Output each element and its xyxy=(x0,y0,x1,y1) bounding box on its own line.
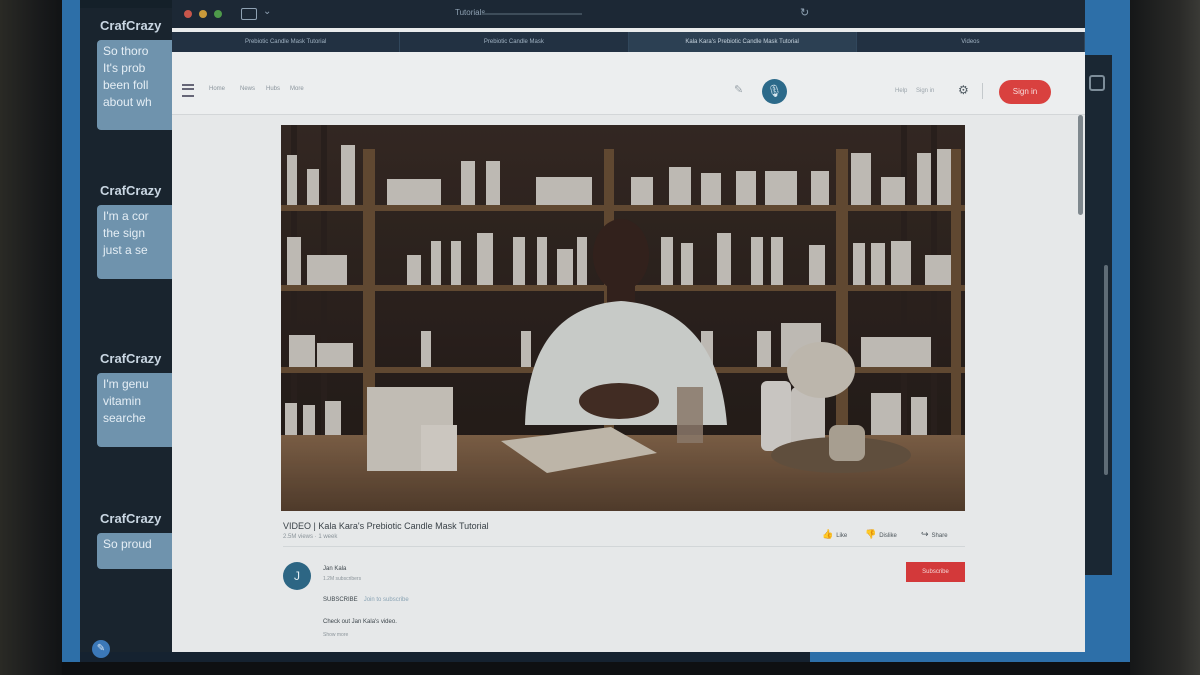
tab-kala-kara-tutorial[interactable]: Kala Kara's Prebiotic Candle Mask Tutori… xyxy=(628,32,857,52)
close-window-button[interactable] xyxy=(184,10,192,18)
background-scrollbar[interactable] xyxy=(1104,265,1108,475)
subscriber-count: 1.2M subscribers xyxy=(323,576,362,582)
nav-home[interactable]: Home xyxy=(209,86,225,92)
edit-icon[interactable]: ✎ xyxy=(734,83,743,96)
header-divider xyxy=(982,83,983,99)
dislike-label: Dislike xyxy=(879,533,897,539)
share-button[interactable]: ↪ Share xyxy=(921,529,948,540)
microphone-icon[interactable]: 🎙 xyxy=(762,79,787,104)
nav-more[interactable]: More xyxy=(290,86,304,92)
chat-username: CrafCrazy xyxy=(100,183,162,198)
like-button[interactable]: 👍 Like xyxy=(822,529,847,540)
sidebar-toggle-icon[interactable] xyxy=(241,8,257,20)
reload-icon[interactable]: ↻ xyxy=(800,6,809,19)
window-icon[interactable] xyxy=(1089,75,1105,91)
tab-prebiotic-candle-mask-tutorial[interactable]: Prebiotic Candle Mask Tutorial xyxy=(172,32,401,52)
section-divider xyxy=(283,546,965,547)
address-bar-underline xyxy=(482,13,582,15)
chat-username: CrafCrazy xyxy=(100,351,162,366)
help-link[interactable]: Help xyxy=(895,88,907,94)
share-icon: ↪ xyxy=(921,529,929,539)
monitor-bezel-bottom xyxy=(62,662,1137,675)
avatar[interactable]: J xyxy=(283,562,311,590)
description-text: Check out Jan Kala's video. xyxy=(323,619,397,625)
nav-hubs[interactable]: Hubs xyxy=(266,86,280,92)
page-scrollbar[interactable] xyxy=(1078,115,1083,215)
monitor-bezel-right xyxy=(1130,0,1200,675)
address-bar[interactable]: Tutorials xyxy=(455,8,485,17)
gear-icon[interactable]: ⚙ xyxy=(958,83,969,97)
monitor-bezel-left xyxy=(0,0,62,675)
like-label: Like xyxy=(836,533,848,539)
chevron-down-icon[interactable]: ⌄ xyxy=(263,6,271,17)
dislike-button[interactable]: 👎 Dislike xyxy=(865,529,897,540)
browser-tab-strip: Prebiotic Candle Mask Tutorial Prebiotic… xyxy=(172,32,1085,52)
maximize-window-button[interactable] xyxy=(214,10,222,18)
video-meta: 2.5M views · 1 week xyxy=(283,534,338,540)
share-label: Share xyxy=(931,533,948,539)
video-frame-image xyxy=(281,125,965,511)
show-more-link[interactable]: Show more xyxy=(323,632,348,638)
tab-prebiotic-candle-mask[interactable]: Prebiotic Candle Mask xyxy=(400,32,629,52)
chat-username: CrafCrazy xyxy=(100,18,162,33)
menu-icon[interactable] xyxy=(182,84,194,97)
thumbs-up-icon: 👍 xyxy=(822,529,834,539)
nav-news[interactable]: News xyxy=(240,86,255,92)
chat-username: CrafCrazy xyxy=(100,511,162,526)
description-line: SUBSCRIBE Join to subscribe xyxy=(323,597,409,603)
tab-videos[interactable]: Videos xyxy=(857,32,1085,52)
description-link[interactable]: Join to subscribe xyxy=(364,597,409,603)
sign-in-button[interactable]: Sign in xyxy=(999,80,1051,104)
subscribe-button[interactable]: Subscribe xyxy=(906,562,965,582)
site-header xyxy=(172,52,1085,115)
video-player[interactable] xyxy=(281,125,965,511)
header-signin-link[interactable]: Sign in xyxy=(916,88,934,94)
video-title: VIDEO | Kala Kara's Prebiotic Candle Mas… xyxy=(283,521,489,531)
channel-name[interactable]: Jan Kala xyxy=(323,566,346,572)
browser-titlebar xyxy=(172,0,1085,28)
minimize-window-button[interactable] xyxy=(199,10,207,18)
thumbs-down-icon: 👎 xyxy=(865,529,877,539)
description-subscribe: SUBSCRIBE xyxy=(323,597,358,603)
chat-compose-icon[interactable]: ✎ xyxy=(92,640,110,658)
